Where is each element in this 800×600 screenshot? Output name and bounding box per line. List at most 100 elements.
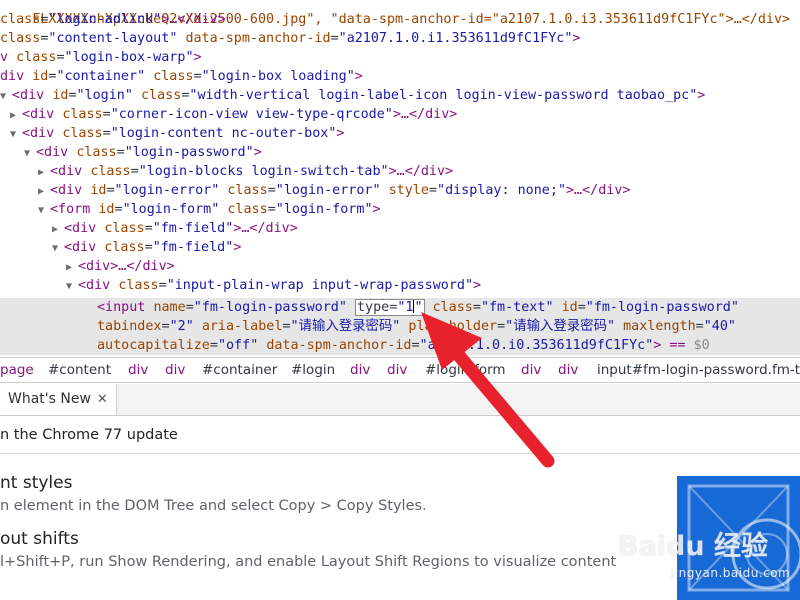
update-heading: n the Chrome 77 update — [0, 416, 800, 454]
attr-value: corner-icon-view view-type-qrcode — [118, 107, 385, 122]
expand-triangle-icon[interactable]: ▶ — [38, 163, 50, 182]
dom-node-line[interactable]: class="login-adlink">…</div> — [0, 10, 800, 29]
expand-triangle-icon[interactable]: ▶ — [38, 182, 50, 201]
attr-name: class — [62, 126, 103, 141]
dom-node-line[interactable]: ▶ <div>…</div> — [0, 257, 800, 276]
collapse-triangle-icon[interactable]: ▼ — [24, 144, 36, 163]
selected-dom-node[interactable]: <input name="fm-login-password" type="1"… — [0, 298, 800, 317]
attr-name: data-spm-anchor-id — [266, 338, 412, 353]
edit-attr-name: type — [357, 300, 390, 315]
attr-name: class — [227, 202, 268, 217]
attr-name: id — [561, 300, 578, 315]
tag-close: >…</div> — [392, 107, 458, 122]
attr-name: class — [118, 278, 159, 293]
breadcrumb-item[interactable]: div — [350, 358, 370, 382]
tab-label: What's New — [8, 391, 91, 407]
attr-name: class — [76, 145, 117, 160]
close-icon[interactable]: ✕ — [97, 384, 108, 415]
collapse-triangle-icon[interactable]: ▼ — [38, 201, 50, 220]
selected-dom-node-cont[interactable]: autocapitalize="off" data-spm-anchor-id=… — [0, 336, 800, 355]
attr-name: placeholder — [408, 319, 498, 334]
dom-node-line[interactable]: ▶ <div class="corner-icon-view view-type-… — [0, 105, 800, 124]
breadcrumb-item[interactable]: page — [0, 358, 34, 382]
attribute-edit-field[interactable]: type="1" — [355, 299, 425, 316]
attr-name: aria-label — [201, 319, 283, 334]
edit-attr-value[interactable]: 1 — [405, 300, 413, 315]
attr-name: class — [141, 88, 182, 103]
tag-close: > — [354, 69, 363, 84]
tag-name: <div — [78, 259, 111, 274]
collapse-triangle-icon[interactable]: ▼ — [0, 87, 12, 106]
expand-triangle-icon[interactable]: ▶ — [66, 258, 78, 277]
dom-node-line[interactable]: FLXXXXXchXpXXcUeQ2vXX-2500-600.jpg", "da… — [0, 0, 800, 27]
dom-node-line[interactable]: ▼ <form id="login-form" class="login-form… — [0, 200, 800, 219]
collapse-triangle-icon[interactable]: ▼ — [10, 125, 22, 144]
breadcrumb-item[interactable]: #content — [48, 358, 111, 382]
attr-name: autocapitalize — [97, 338, 210, 353]
dom-node-line[interactable]: class="content-layout" data-spm-anchor-i… — [0, 29, 800, 48]
drawer-tabbar: What's New ✕ — [0, 384, 800, 416]
tag-close: > == — [653, 338, 694, 353]
tag-name: <div — [50, 164, 83, 179]
breadcrumb-item[interactable]: div — [387, 358, 407, 382]
dom-node-line[interactable]: ▼ <div class="fm-field"> — [0, 238, 800, 257]
attr-name: tabindex — [97, 319, 162, 334]
dom-node-line[interactable]: ▶ <div class="fm-field">…</div> — [0, 219, 800, 238]
attr-value: fm-login-password — [201, 300, 339, 315]
tag-close: >…</div> — [566, 183, 631, 198]
attr-name: id — [32, 69, 49, 84]
attr-name: data-spm-anchor-id — [185, 31, 331, 46]
breadcrumb-item[interactable]: #login — [291, 358, 335, 382]
breadcrumb-item[interactable]: input#fm-login-password.fm-te — [597, 358, 800, 382]
attr-name: class — [0, 12, 41, 27]
dom-node-line[interactable]: ▼ <div class="input-plain-wrap input-wrap… — [0, 276, 800, 295]
tab-whats-new[interactable]: What's New ✕ — [0, 384, 117, 415]
attr-value: width-vertical login-label-icon login-vi… — [197, 88, 690, 103]
breadcrumb-item[interactable]: div — [521, 358, 541, 382]
expand-triangle-icon[interactable]: ▶ — [52, 220, 64, 239]
attr-value: fm-login-password — [593, 300, 731, 315]
dom-node-line[interactable]: ▼ <div class="login-password"> — [0, 143, 800, 162]
breadcrumb-item[interactable]: #login-form — [425, 358, 506, 382]
tag-close: > — [253, 145, 262, 160]
attr-value: 40 — [711, 319, 728, 334]
attr-name: class — [16, 50, 57, 65]
collapse-triangle-icon[interactable]: ▼ — [66, 277, 78, 296]
breadcrumb-item[interactable]: #container — [202, 358, 277, 382]
dom-node-line[interactable]: v class="login-box-warp"> — [0, 48, 800, 67]
attr-value: login-box loading — [209, 69, 347, 84]
attr-value: content-layout — [56, 31, 170, 46]
attr-value: fm-text — [489, 300, 546, 315]
attr-name: maxlength — [623, 319, 696, 334]
console-ref-label: $0 — [693, 338, 710, 353]
attr-value: login-form — [130, 202, 212, 217]
attr-value: 2 — [177, 319, 186, 334]
feature-title[interactable]: nt styles — [0, 473, 72, 493]
dom-node-line[interactable]: ▶ <div id="login-error" class="login-erro… — [0, 181, 800, 200]
selected-dom-node-cont[interactable]: tabindex="2" aria-label="请输入登录密码" placeh… — [0, 317, 800, 336]
expand-triangle-icon[interactable]: ▶ — [10, 106, 22, 125]
dom-node-line[interactable]: div id="container" class="login-box load… — [0, 67, 800, 86]
attr-value: container — [64, 69, 138, 84]
collapse-triangle-icon[interactable]: ▼ — [52, 239, 64, 258]
tag-name: v — [0, 50, 9, 65]
dom-node-line[interactable]: ▼ <div class="login-content nc-outer-box"… — [0, 124, 800, 143]
tag-close: > — [372, 202, 381, 217]
tag-close: > — [193, 50, 202, 65]
tag-close: >…</div> — [110, 259, 175, 274]
tag-name: <div — [22, 107, 55, 122]
breadcrumb-item[interactable]: div — [165, 358, 185, 382]
dom-node-line[interactable]: ▶ <div class="login-blocks login-switch-t… — [0, 162, 800, 181]
attr-value: input-plain-wrap input-wrap-password — [174, 278, 465, 293]
tag-close: > — [336, 126, 345, 141]
breadcrumb-item[interactable]: div — [558, 358, 578, 382]
attr-value: fm-field — [160, 221, 226, 236]
attr-name: class — [90, 164, 131, 179]
attr-name: class — [227, 183, 268, 198]
breadcrumb-item[interactable]: div — [128, 358, 148, 382]
attr-name: style — [388, 183, 429, 198]
attr-value: login-password — [132, 145, 246, 160]
feature-title[interactable]: out shifts — [0, 529, 79, 549]
elements-dom-tree[interactable]: FLXXXXXchXpXXcUeQ2vXX-2500-600.jpg", "da… — [0, 0, 800, 355]
dom-node-line[interactable]: ▼ <div id="login" class="width-vertical l… — [0, 86, 800, 105]
